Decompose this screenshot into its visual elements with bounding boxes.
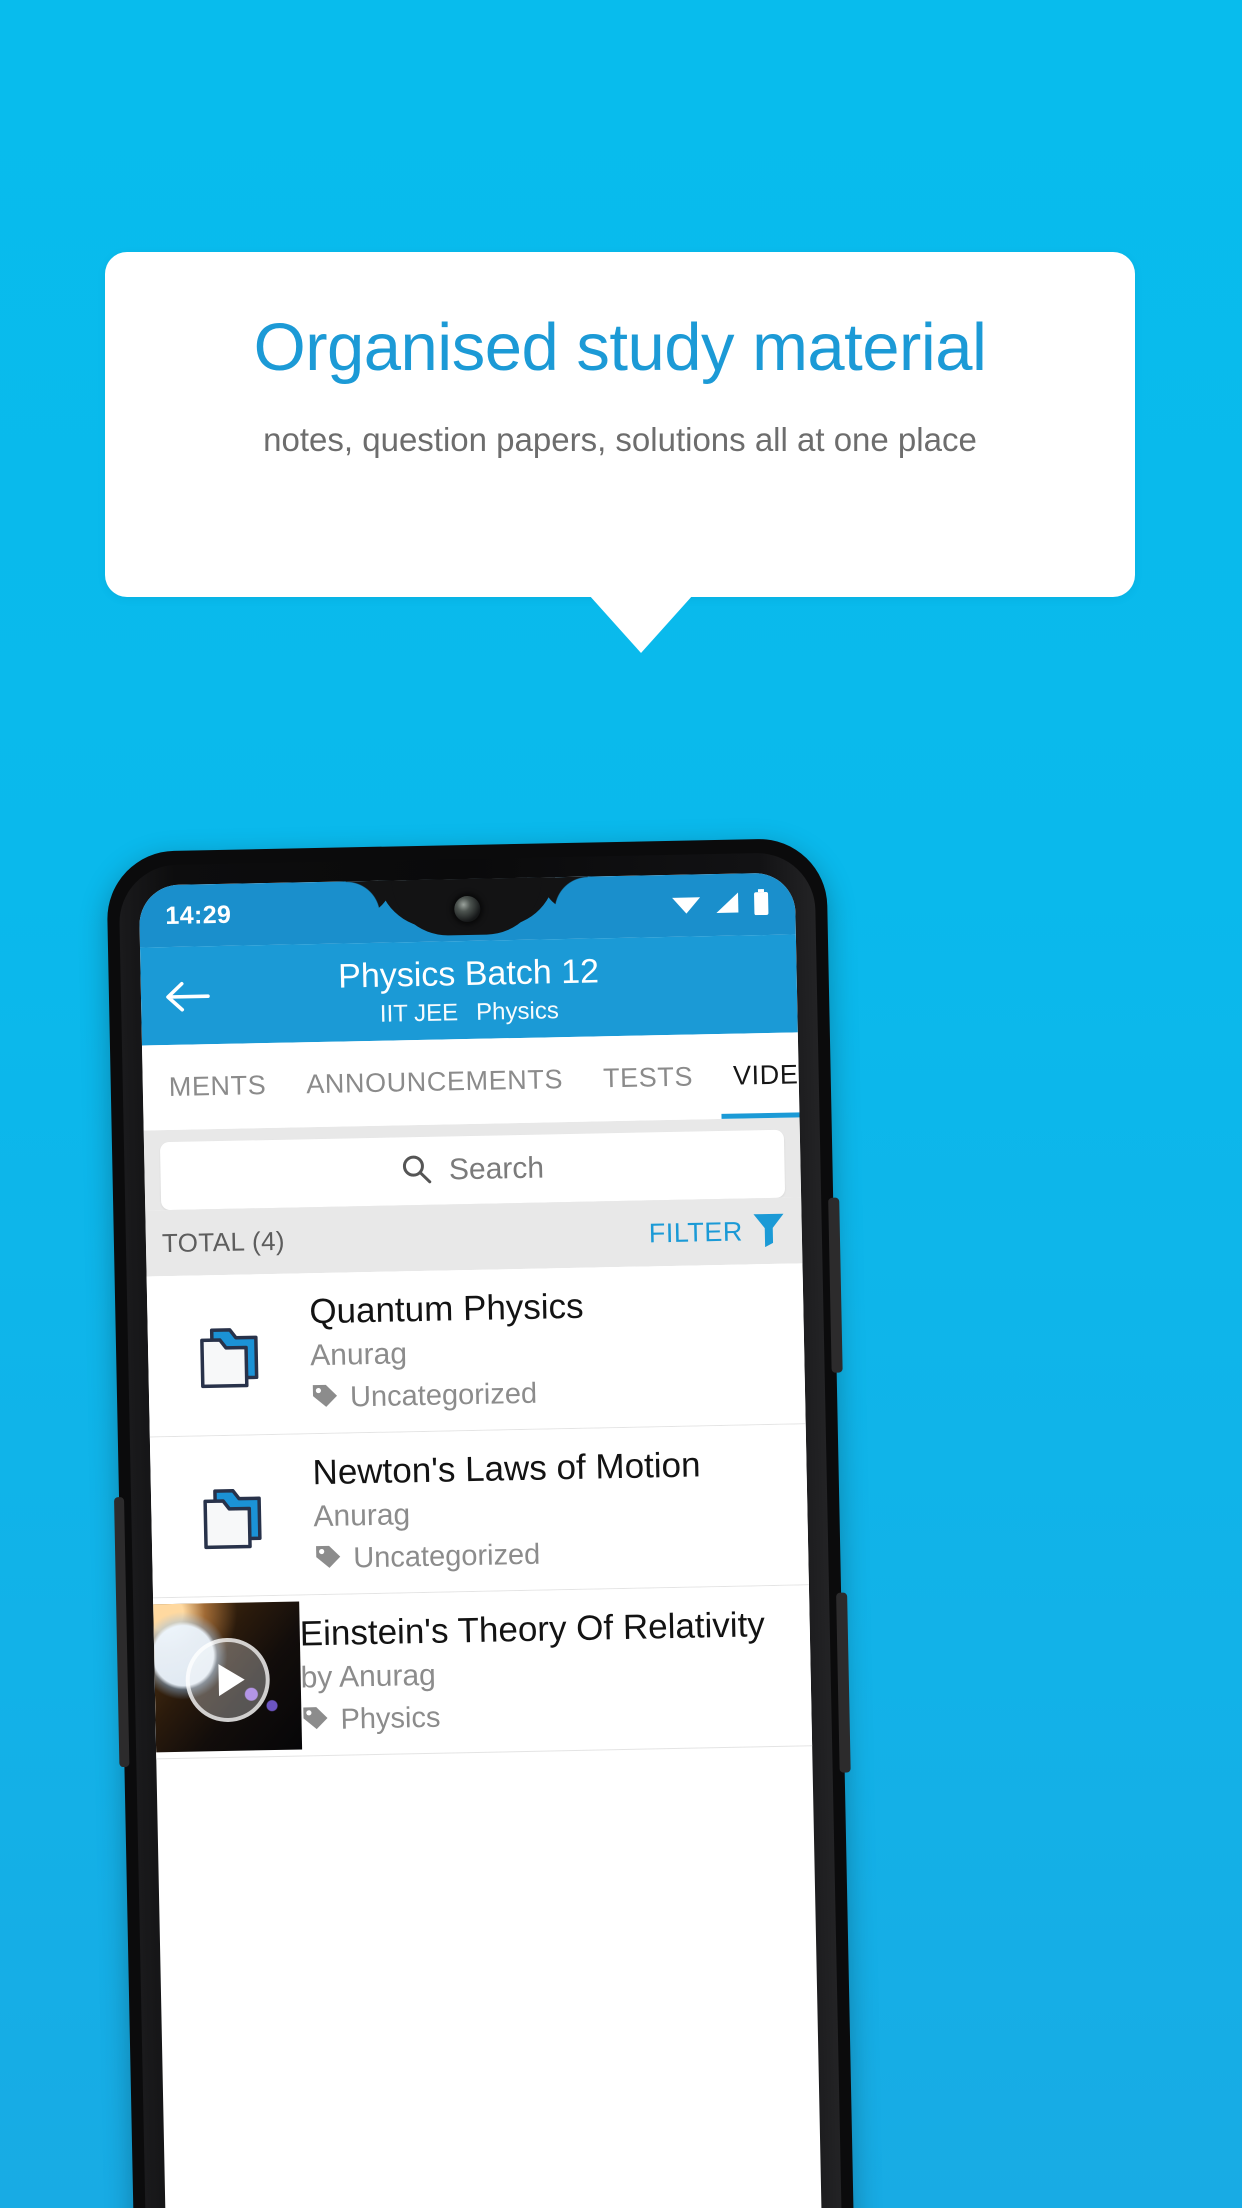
wifi-icon [671, 891, 702, 921]
phone-mockup: 14:29 Physics Batch 12 IIT JEE Physics M… [106, 837, 855, 2208]
list-item-author: Anurag [309, 1337, 408, 1373]
phone-screen: 14:29 Physics Batch 12 IIT JEE Physics M… [138, 872, 823, 2208]
filter-button[interactable]: FILTER [648, 1210, 786, 1254]
signal-icon [714, 890, 741, 920]
filter-label: FILTER [648, 1216, 744, 1248]
list-item-tag: Physics [301, 1695, 796, 1738]
list-item-text: Quantum Physics Anurag Uncategorized [309, 1271, 806, 1425]
page-subtitle: IIT JEE Physics [141, 993, 797, 1034]
tab-tests[interactable]: TESTS [582, 1034, 714, 1122]
filter-funnel-icon [751, 1210, 786, 1252]
search-input[interactable]: Search [159, 1129, 786, 1211]
app-bar-titles: Physics Batch 12 IIT JEE Physics [140, 946, 797, 1034]
list-item-author: Anurag [313, 1498, 411, 1534]
promo-subtitle: notes, question papers, solutions all at… [263, 421, 977, 458]
list-item-tag-label: Uncategorized [352, 1538, 541, 1575]
list-item-title: Newton's Laws of Motion [312, 1445, 701, 1493]
status-icons [671, 888, 770, 921]
play-icon[interactable] [184, 1637, 271, 1723]
promo-card-tail [589, 595, 693, 653]
list-item-tag: Uncategorized [311, 1373, 790, 1416]
camera-notch [345, 876, 589, 937]
promo-card: Organised study material notes, question… [105, 252, 1135, 597]
notch-fillet-left [345, 880, 393, 916]
promo-title: Organised study material [253, 310, 987, 385]
search-placeholder: Search [448, 1151, 545, 1187]
list-item-author: by Anurag [300, 1658, 437, 1695]
list-item-tag-label: Uncategorized [349, 1377, 538, 1414]
tag-icon [301, 1704, 330, 1738]
screenshot-stage: Organised study material notes, question… [0, 0, 1242, 2208]
video-thumbnail[interactable] [153, 1601, 303, 1753]
subject-label: Physics [475, 997, 560, 1027]
list-item-title: Quantum Physics [308, 1286, 584, 1332]
tab-bar: MENTS ANNOUNCEMENTS TESTS VIDEOS [141, 1032, 822, 1131]
list-item[interactable]: Einstein's Theory Of Relativity by Anura… [153, 1585, 813, 1760]
status-time: 14:29 [165, 900, 232, 930]
notch-fillet-right [541, 876, 589, 912]
list-item-text: Einstein's Theory Of Relativity by Anura… [299, 1593, 812, 1747]
list-item[interactable]: Quantum Physics Anurag Uncategorized [146, 1263, 806, 1438]
list-item-tag-label: Physics [340, 1701, 441, 1736]
search-icon [401, 1152, 434, 1190]
tab-documents[interactable]: MENTS [148, 1043, 287, 1131]
folder-icon [151, 1475, 315, 1556]
list-item-tag: Uncategorized [314, 1534, 793, 1577]
battery-icon [753, 888, 770, 919]
list-item-text: Newton's Laws of Motion Anurag Uncategor… [312, 1432, 809, 1586]
video-list: Quantum Physics Anurag Uncategorized New… [146, 1263, 813, 1760]
exam-label: IIT JEE [379, 999, 459, 1029]
tab-announcements[interactable]: ANNOUNCEMENTS [285, 1037, 583, 1128]
search-area: Search [143, 1117, 802, 1211]
tag-icon [311, 1382, 340, 1416]
list-item[interactable]: Newton's Laws of Motion Anurag Uncategor… [149, 1424, 809, 1599]
front-camera-icon [454, 895, 481, 923]
app-bar: Physics Batch 12 IIT JEE Physics [139, 934, 798, 1046]
list-item-title: Einstein's Theory Of Relativity [299, 1605, 766, 1654]
total-count-label: TOTAL (4) [161, 1225, 286, 1258]
page-title: Physics Batch 12 [337, 952, 600, 996]
folder-icon [147, 1314, 311, 1395]
tag-icon [314, 1543, 343, 1577]
